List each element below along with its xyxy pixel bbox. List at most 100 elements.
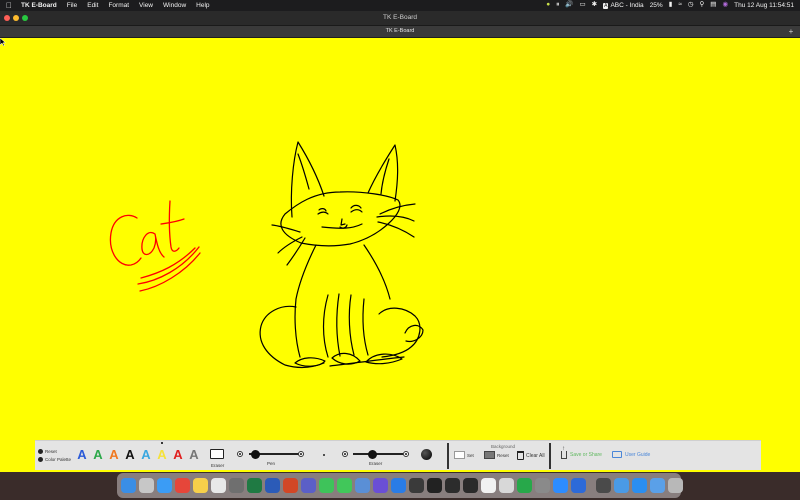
trash-icon[interactable]	[668, 478, 683, 493]
save-or-share-button[interactable]: Save or Share	[561, 446, 602, 459]
siri-icon[interactable]: ◉	[722, 2, 728, 9]
calculator-icon[interactable]	[409, 478, 424, 493]
menu-help[interactable]: Help	[196, 2, 209, 9]
bluetooth-icon[interactable]: ✱	[592, 2, 597, 9]
terminal-icon[interactable]	[427, 478, 442, 493]
menu-app-name[interactable]: TK E-Board	[21, 2, 57, 9]
safari-icon[interactable]	[157, 478, 172, 493]
pen-black[interactable]: A	[125, 445, 135, 461]
pen-light-blue[interactable]: A	[141, 445, 151, 461]
search-icon[interactable]: ⚲	[700, 2, 705, 9]
bulb-icon[interactable]: ●	[546, 2, 550, 9]
screen-mirror-icon[interactable]: ▭	[579, 2, 585, 9]
sketch-icon[interactable]	[211, 478, 226, 493]
numbers-icon[interactable]	[517, 478, 532, 493]
chrome-icon[interactable]	[175, 478, 190, 493]
menu-clock[interactable]: Thu 12 Aug 11:54:51	[734, 2, 794, 9]
pen-size-large-radio[interactable]	[298, 451, 304, 457]
finder-icon[interactable]	[121, 478, 136, 493]
messages-icon[interactable]	[337, 478, 352, 493]
eraser-size-radio[interactable]	[342, 451, 348, 457]
color-palette-option[interactable]: Color Palette	[38, 457, 71, 462]
status-area: ● ⏸ 🔊 ▭ ✱ A ABC - India 25% ▮ ≈ ◷ ⚲ ▤ ◉ T…	[546, 2, 794, 9]
set-label: Set	[467, 452, 474, 458]
teams-icon[interactable]	[301, 478, 316, 493]
handwritten-cat-text	[109, 200, 201, 292]
preview-icon[interactable]	[355, 478, 370, 493]
drawing-toolbar: Reset Color Palette A A A A A A A A Eras…	[35, 440, 761, 470]
video-icon	[612, 451, 622, 458]
pen-size-slider-knob[interactable]	[251, 449, 260, 459]
new-tab-button[interactable]: +	[786, 26, 796, 37]
close-window-button[interactable]	[4, 15, 10, 21]
reset-option-label: Reset	[45, 449, 57, 454]
battery-icon[interactable]: ▮	[669, 2, 673, 9]
menu-format[interactable]: Format	[108, 2, 129, 9]
mouse-cursor-icon	[0, 38, 6, 46]
wifi-icon[interactable]: ≈	[678, 2, 682, 9]
appstore-icon[interactable]	[632, 478, 647, 493]
apple-icon[interactable]: 	[6, 1, 12, 10]
input-source[interactable]: A ABC - India	[603, 2, 644, 9]
menu-window[interactable]: Window	[163, 2, 186, 9]
tab-tk-eboard[interactable]: TK E-Board	[386, 28, 415, 34]
word-icon[interactable]	[265, 478, 280, 493]
folder-icon[interactable]	[614, 478, 629, 493]
control-center-icon[interactable]: ▤	[710, 2, 716, 9]
eraser-size-large-dot[interactable]	[421, 449, 432, 460]
textedit-icon[interactable]	[481, 478, 496, 493]
window-title: TK E-Board	[383, 14, 417, 21]
reset-option[interactable]: Reset	[38, 449, 71, 454]
pen-blue[interactable]: A	[77, 445, 87, 461]
menu-file[interactable]: File	[67, 2, 77, 9]
pen-green[interactable]: A	[93, 445, 103, 461]
clock-icon[interactable]: ◷	[688, 2, 694, 9]
user-guide-button[interactable]: User Guide	[612, 451, 650, 458]
zoom-icon[interactable]	[553, 478, 568, 493]
dock	[117, 473, 683, 498]
background-reset-button[interactable]: Reset	[484, 451, 509, 459]
pen-gray[interactable]: A	[189, 445, 199, 461]
minimize-window-button[interactable]	[13, 15, 19, 21]
eraser-size-slider-knob[interactable]	[368, 449, 377, 459]
files-icon[interactable]	[229, 478, 244, 493]
eraser-size-large-radio[interactable]	[403, 451, 409, 457]
console-icon[interactable]	[445, 478, 460, 493]
clear-all-button[interactable]: Clear All	[517, 451, 545, 460]
pen-red[interactable]: A	[173, 445, 183, 461]
volume-icon[interactable]: 🔊	[565, 2, 573, 9]
eraser-size-small-dot[interactable]	[323, 454, 325, 456]
pause-icon[interactable]: ⏸	[556, 2, 559, 9]
facetime-icon[interactable]	[319, 478, 334, 493]
notes-icon[interactable]	[193, 478, 208, 493]
powerpoint-icon[interactable]	[283, 478, 298, 493]
battery-percent[interactable]: 25%	[650, 2, 663, 9]
eraser-tool-label: Eraser	[211, 463, 225, 468]
menu-view[interactable]: View	[139, 2, 153, 9]
pen-color-picker: A A A A A A A A	[77, 442, 199, 461]
downloads-icon[interactable]	[650, 478, 665, 493]
pen-yellow[interactable]: A	[157, 442, 167, 461]
reset-bg-label: Reset	[497, 452, 509, 458]
pen-slider-label: Pen	[267, 461, 276, 466]
eraser-icon[interactable]	[210, 449, 224, 459]
keynote-icon[interactable]	[571, 478, 586, 493]
shazam-icon[interactable]	[391, 478, 406, 493]
pen-orange[interactable]: A	[109, 445, 119, 461]
imovie-icon[interactable]	[373, 478, 388, 493]
menu-edit[interactable]: Edit	[87, 2, 98, 9]
pen-size-small-radio[interactable]	[237, 451, 243, 457]
activity-icon[interactable]	[463, 478, 478, 493]
zoom-window-button[interactable]	[22, 15, 28, 21]
pen-mode-options: Reset Color Palette	[38, 449, 71, 462]
system-prefs-icon[interactable]	[535, 478, 550, 493]
window-controls	[4, 15, 28, 21]
drawing-canvas[interactable]	[0, 38, 800, 472]
launchpad-icon[interactable]	[139, 478, 154, 493]
background-set-button[interactable]: Set	[454, 451, 474, 459]
eraser-size-slider-track[interactable]	[353, 453, 403, 455]
window-titlebar[interactable]: TK E-Board	[0, 11, 800, 25]
pencil-icon[interactable]	[499, 478, 514, 493]
vlc-icon[interactable]	[596, 478, 611, 493]
excel-icon[interactable]	[247, 478, 262, 493]
